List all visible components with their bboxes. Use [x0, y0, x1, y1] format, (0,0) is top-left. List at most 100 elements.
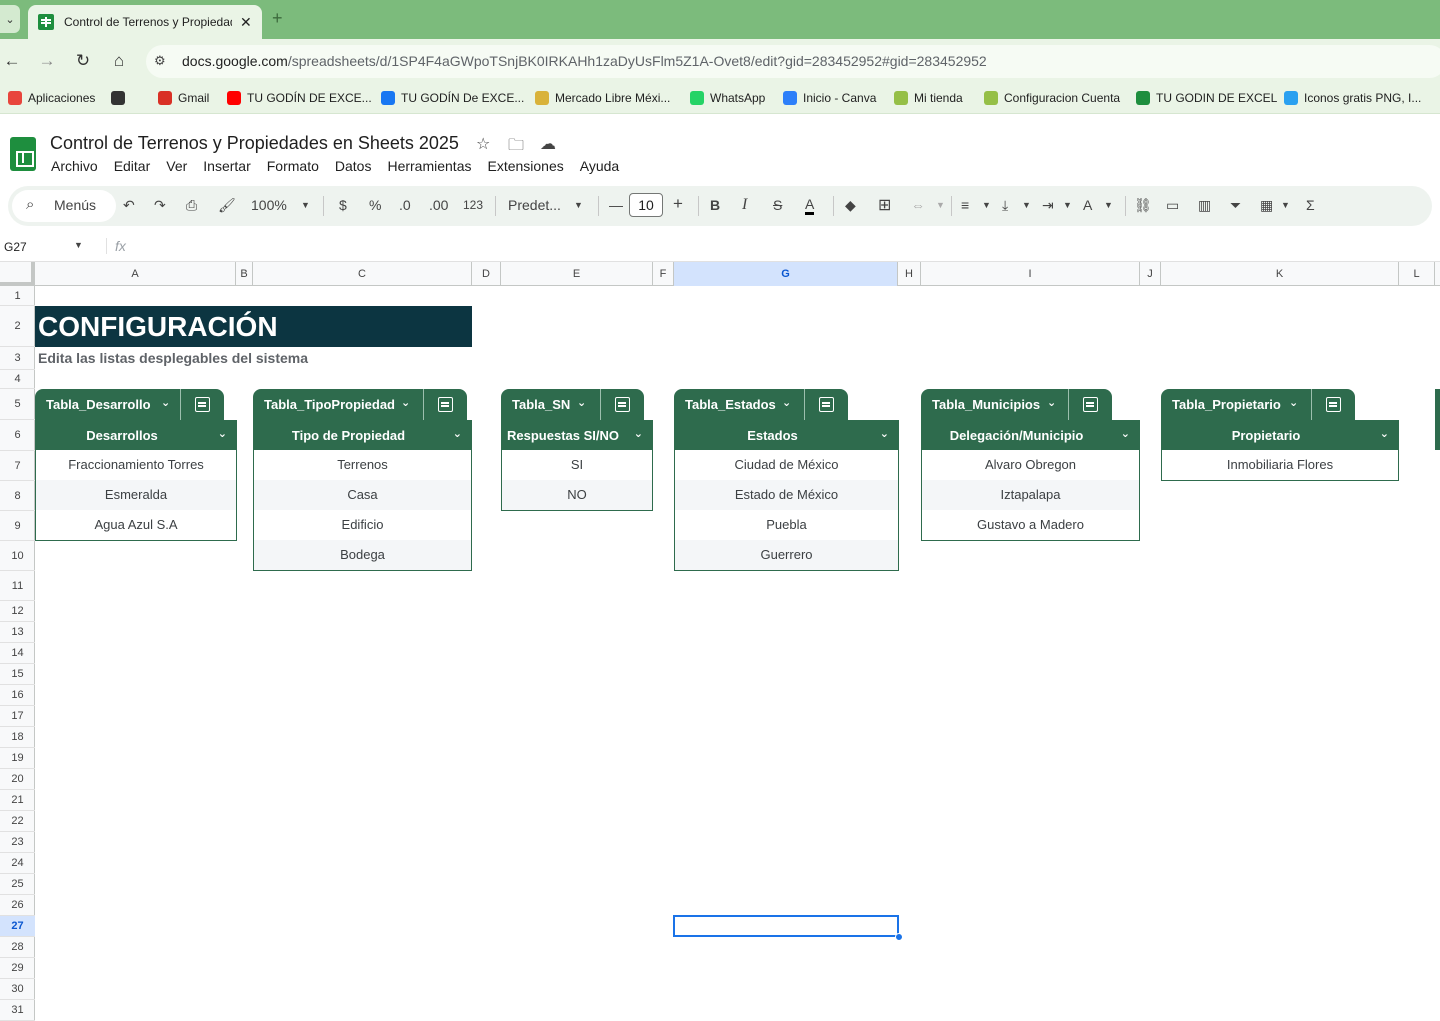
percent-format-button[interactable]: % — [369, 197, 381, 213]
chevron-down-icon[interactable]: ⌄ — [1289, 396, 1298, 409]
row-header-3[interactable]: 3 — [0, 347, 35, 370]
row-header-31[interactable]: 31 — [0, 1000, 35, 1021]
chevron-down-icon[interactable]: ⌄ — [1121, 427, 1130, 440]
table-row[interactable]: Inmobiliaria Flores — [1162, 450, 1398, 480]
column-header-g[interactable]: G — [674, 262, 898, 286]
row-header-1[interactable]: 1 — [0, 286, 35, 306]
table-name-chip-tabla-desarrollo[interactable]: Tabla_Desarrollo ⌄ — [35, 389, 224, 420]
chevron-down-icon[interactable]: ⌄ — [453, 427, 462, 440]
column-header-a[interactable]: A — [35, 262, 236, 286]
row-header-21[interactable]: 21 — [0, 790, 35, 811]
row-header-25[interactable]: 25 — [0, 874, 35, 895]
row-header-19[interactable]: 19 — [0, 748, 35, 769]
select-all-corner[interactable] — [0, 262, 35, 286]
menu-archivo[interactable]: Archivo — [51, 158, 98, 174]
row-header-8[interactable]: 8 — [0, 481, 35, 511]
horizontal-align-icon[interactable]: ≡ — [961, 197, 969, 213]
row-header-22[interactable]: 22 — [0, 811, 35, 832]
chevron-down-icon[interactable]: ▼ — [982, 200, 991, 210]
bookmark-item[interactable]: Mercado Libre Méxi... — [535, 91, 670, 105]
chevron-down-icon[interactable]: ▼ — [1022, 200, 1031, 210]
back-arrow-icon[interactable]: ← — [1, 51, 23, 71]
row-header-14[interactable]: 14 — [0, 643, 35, 664]
table-column-header[interactable]: Delegación/Municipio ⌄ — [921, 420, 1140, 450]
chevron-down-icon[interactable]: ⌄ — [401, 396, 410, 409]
move-folder-icon[interactable]: 🗀 — [508, 134, 524, 161]
text-color-button[interactable]: A — [805, 197, 815, 215]
browser-tab-active[interactable]: Control de Terrenos y Propiedades en She… — [28, 5, 262, 39]
text-rotation-icon[interactable]: A — [1083, 197, 1092, 213]
font-size-increase-icon[interactable]: + — [673, 194, 683, 214]
menu-extensiones[interactable]: Extensiones — [487, 158, 563, 174]
menu-ver[interactable]: Ver — [166, 158, 187, 174]
table-row[interactable]: Iztapalapa — [922, 480, 1139, 510]
row-header-10[interactable]: 10 — [0, 541, 35, 571]
strikethrough-button[interactable]: S — [773, 197, 782, 213]
bookmark-item[interactable]: Inicio - Canva — [783, 91, 876, 105]
bookmark-item[interactable]: Mi tienda — [894, 91, 963, 105]
table-row[interactable]: Gustavo a Madero — [922, 510, 1139, 540]
table-calc-icon[interactable] — [819, 397, 834, 412]
insert-chart-icon[interactable]: ▥ — [1198, 197, 1211, 214]
paint-format-icon[interactable]: 🖌 — [218, 197, 236, 214]
table-row[interactable]: Estado de México — [675, 480, 898, 510]
row-header-9[interactable]: 9 — [0, 511, 35, 541]
table-calc-icon[interactable] — [615, 397, 630, 412]
table-row[interactable]: Bodega — [254, 540, 471, 570]
table-calc-icon[interactable] — [195, 397, 210, 412]
font-select[interactable]: Predet... — [508, 197, 561, 213]
table-row[interactable]: Guerrero — [675, 540, 898, 570]
row-header-11[interactable]: 11 — [0, 571, 35, 601]
row-header-28[interactable]: 28 — [0, 937, 35, 958]
table-name-chip-tabla-sn[interactable]: Tabla_SN ⌄ — [501, 389, 644, 420]
print-icon[interactable]: ⎙ — [186, 197, 197, 214]
row-header-20[interactable]: 20 — [0, 769, 35, 790]
table-name-chip-tabla-tipopropiedad[interactable]: Tabla_TipoPropiedad ⌄ — [253, 389, 467, 420]
chevron-down-icon[interactable]: ▼ — [936, 200, 945, 210]
chevron-down-icon[interactable]: ⌄ — [634, 427, 643, 440]
increase-decimal-button[interactable]: .00 — [429, 197, 448, 213]
chevron-down-icon[interactable]: ▼ — [1281, 200, 1290, 210]
tab-search-button[interactable]: ⌄ — [0, 5, 20, 33]
table-row[interactable]: Puebla — [675, 510, 898, 540]
reload-icon[interactable]: ↻ — [72, 51, 94, 71]
home-icon[interactable]: ⌂ — [108, 51, 130, 71]
text-wrap-icon[interactable]: ⇥ — [1042, 197, 1054, 214]
row-header-27[interactable]: 27 — [0, 916, 35, 937]
table-row[interactable]: SI — [502, 450, 652, 480]
column-header-d[interactable]: D — [472, 262, 501, 286]
italic-button[interactable]: I — [742, 196, 747, 214]
close-icon[interactable]: ✕ — [240, 14, 252, 31]
fill-color-icon[interactable]: ◆ — [845, 197, 856, 214]
star-icon[interactable]: ☆ — [476, 134, 490, 154]
table-view-icon[interactable]: ▦ — [1260, 197, 1273, 214]
row-header-6[interactable]: 6 — [0, 420, 35, 451]
chevron-down-icon[interactable]: ⌄ — [577, 396, 586, 409]
column-header-j[interactable]: J — [1140, 262, 1161, 286]
column-header-b[interactable]: B — [236, 262, 253, 286]
table-column-header[interactable]: Desarrollos ⌄ — [35, 420, 237, 450]
table-name-chip-tabla-municipios[interactable]: Tabla_Municipios ⌄ — [921, 389, 1112, 420]
table-calc-icon[interactable] — [1083, 397, 1098, 412]
table-calc-icon[interactable] — [438, 397, 453, 412]
borders-icon[interactable]: ⊞ — [878, 195, 891, 215]
chevron-down-icon[interactable]: ⌄ — [218, 427, 227, 440]
font-size-input[interactable]: 10 — [629, 193, 663, 217]
config-subtitle[interactable]: Edita las listas desplegables del sistem… — [38, 350, 308, 366]
decrease-decimal-button[interactable]: .0 — [399, 197, 411, 213]
row-header-7[interactable]: 7 — [0, 451, 35, 481]
table-row[interactable]: Alvaro Obregon — [922, 450, 1139, 480]
row-header-23[interactable]: 23 — [0, 832, 35, 853]
table-name-chip-tabla-propietario[interactable]: Tabla_Propietario ⌄ — [1161, 389, 1355, 420]
column-header-h[interactable]: H — [898, 262, 921, 286]
redo-icon[interactable]: ↷ — [154, 197, 166, 214]
cloud-status-icon[interactable]: ☁ — [540, 134, 556, 154]
row-header-12[interactable]: 12 — [0, 601, 35, 622]
table-row[interactable]: Fraccionamiento Torres — [36, 450, 236, 480]
document-title[interactable]: Control de Terrenos y Propiedades en She… — [50, 133, 459, 154]
chevron-down-icon[interactable]: ▼ — [1104, 200, 1113, 210]
bookmark-item[interactable]: Configuracion Cuenta — [984, 91, 1120, 105]
column-header-f[interactable]: F — [653, 262, 674, 286]
table-calc-icon[interactable] — [1326, 397, 1341, 412]
column-header-c[interactable]: C — [253, 262, 472, 286]
